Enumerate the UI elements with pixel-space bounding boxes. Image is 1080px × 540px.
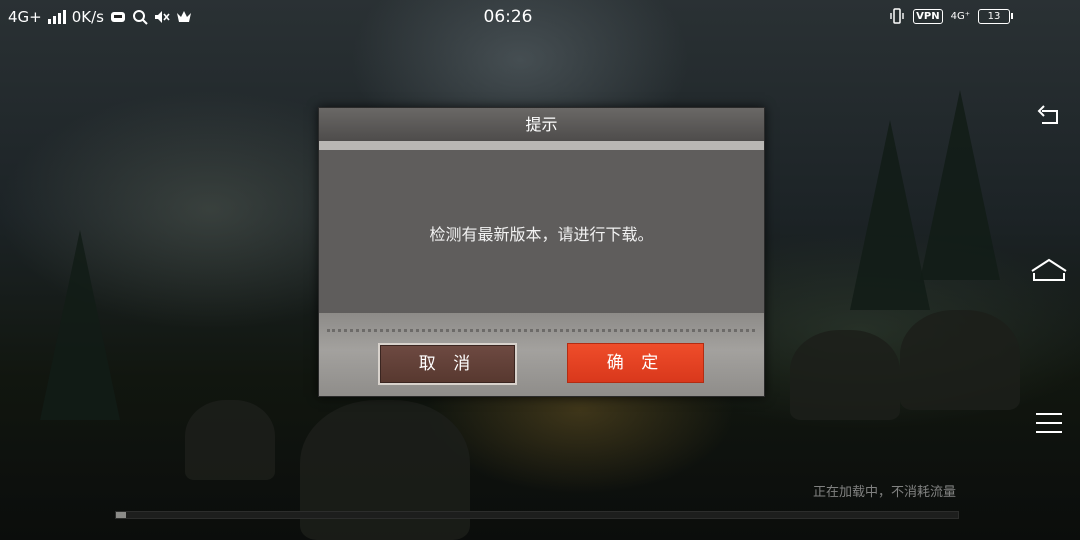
dotted-divider xyxy=(327,329,755,332)
status-bar-right: VPN 4G⁺ 13 xyxy=(889,8,1013,24)
background-soldier xyxy=(300,400,470,540)
back-icon xyxy=(1037,105,1058,124)
vpn-badge: VPN xyxy=(913,8,943,24)
back-button[interactable] xyxy=(1018,92,1080,142)
menu-icon xyxy=(1036,413,1062,433)
network-type-right: 4G⁺ xyxy=(950,10,970,22)
vibrate-icon xyxy=(890,8,904,24)
status-bar: 4G+ 0K/s 06:26 VPN 4G⁺ 13 xyxy=(0,0,1080,36)
home-button[interactable] xyxy=(1018,246,1080,296)
dialog-title-divider xyxy=(319,141,764,150)
dialog-footer: 取 消 确 定 xyxy=(319,313,764,396)
background-soldier xyxy=(185,400,275,480)
cancel-button[interactable]: 取 消 xyxy=(378,343,517,385)
navigation-bar xyxy=(1018,36,1080,540)
dialog-title: 提示 xyxy=(319,108,764,141)
background-tree xyxy=(40,230,120,420)
background-soldier xyxy=(900,310,1020,410)
background-soldier xyxy=(790,330,900,420)
battery-indicator: 13 xyxy=(978,8,1013,24)
background-tree xyxy=(850,120,930,310)
dialog-message: 检测有最新版本，请进行下载。 xyxy=(429,225,654,244)
loading-progress-bar xyxy=(115,511,959,519)
dialog-body: 检测有最新版本，请进行下载。 xyxy=(319,150,764,313)
background-tree xyxy=(920,90,1000,280)
home-icon xyxy=(1031,258,1067,281)
menu-button[interactable] xyxy=(1018,398,1080,448)
clock: 06:26 xyxy=(483,7,533,27)
confirm-button[interactable]: 确 定 xyxy=(567,343,704,383)
update-dialog: 提示 检测有最新版本，请进行下载。 取 消 确 定 xyxy=(318,107,765,397)
loading-status-text: 正在加载中，不消耗流量 xyxy=(812,485,956,500)
loading-progress-fill xyxy=(116,512,126,518)
